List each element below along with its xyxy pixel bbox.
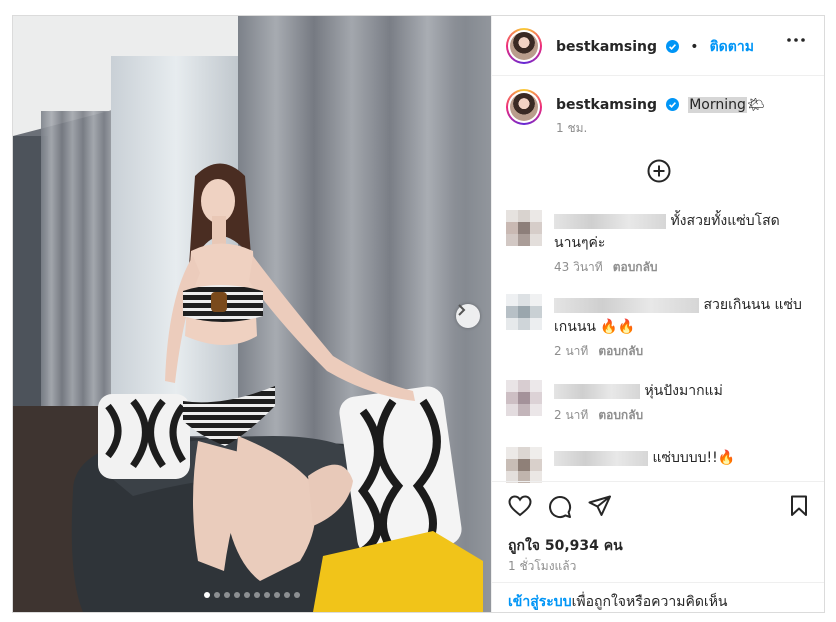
login-link[interactable]: เข้าสู่ระบบ [508,594,572,610]
caption-username[interactable]: bestkamsing [556,97,657,113]
carousel-dot [264,592,270,598]
action-bar [492,481,824,518]
like-count[interactable]: ถูกใจ 50,934 คน [508,535,623,557]
comment-time: 43 วินาที [554,260,603,274]
share-send-icon[interactable] [588,495,612,517]
reply-button[interactable]: ตอบกลับ [598,408,643,422]
caption-avatar[interactable] [506,89,542,125]
verified-badge-icon [666,98,680,111]
commenter-avatar[interactable] [506,210,542,246]
post-photo[interactable] [13,16,491,612]
load-more-comments-icon[interactable] [647,159,671,183]
carousel-dot [214,592,220,598]
commenter-username[interactable] [554,213,666,229]
carousel-dot [224,592,230,598]
save-bookmark-icon[interactable] [790,495,808,517]
carousel-dot [204,592,210,598]
comment-text: แซ่บบบบ!!🔥 [652,450,736,466]
caption-time: 1 ชม. [556,121,588,135]
commenter-avatar[interactable] [506,447,542,483]
comment-time: 2 นาที [554,408,589,422]
separator-dot: • [690,39,699,55]
carousel-dot [294,592,300,598]
carousel-next-button[interactable] [456,304,480,328]
carousel-dot [244,592,250,598]
follow-button[interactable]: ติดตาม [710,39,754,55]
comment-bubble-icon[interactable] [548,495,572,519]
carousel-dot [234,592,240,598]
commenter-username[interactable] [554,450,648,466]
commenter-username[interactable] [554,297,699,313]
header-author: bestkamsing • ติดตาม [556,36,754,58]
author-username[interactable]: bestkamsing [556,39,657,55]
reply-button[interactable]: ตอบกลับ [598,344,643,358]
post-sidebar: bestkamsing • ติดตาม bestkamsing Morning… [491,16,824,612]
comment-time: 2 นาที [554,344,589,358]
login-prompt-text: เพื่อถูกใจหรือความคิดเห็น [571,594,728,610]
photo-illustration [13,16,491,612]
chevron-right-icon [458,304,466,316]
commenter-avatar[interactable] [506,380,542,416]
like-heart-icon[interactable] [508,495,532,517]
carousel-dot [284,592,290,598]
post-header: bestkamsing • ติดตาม [492,16,824,76]
carousel-dot [254,592,260,598]
carousel-dot [274,592,280,598]
reply-button[interactable]: ตอบกลับ [613,260,658,274]
posted-time: 1 ชั่วโมงแล้ว [508,559,577,573]
author-avatar[interactable] [506,28,542,64]
more-options-icon[interactable] [787,38,805,42]
sun-emoji: 🌤 [746,97,765,113]
instagram-post: bestkamsing • ติดตาม bestkamsing Morning… [12,15,825,613]
caption-text: Morning [688,97,747,113]
commenter-username[interactable] [554,383,640,399]
carousel-indicator [13,592,491,598]
caption: bestkamsing Morning🌤 1 ชม. [556,94,765,138]
verified-badge-icon [666,40,680,53]
commenter-avatar[interactable] [506,294,542,330]
comment-text: หุ่นปังมากแม่ [644,383,723,399]
login-prompt: เข้าสู่ระบบเพื่อถูกใจหรือความคิดเห็น [492,582,824,612]
